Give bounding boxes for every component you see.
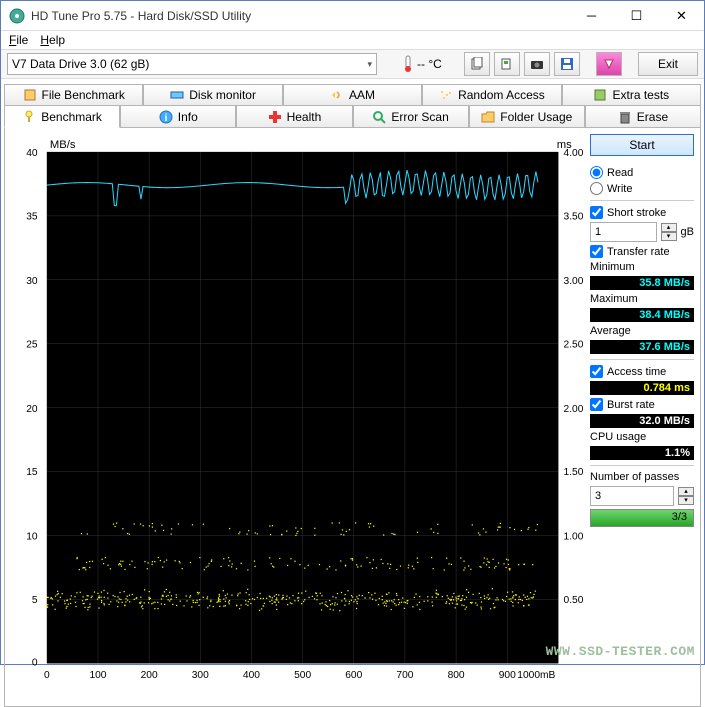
- close-button[interactable]: ✕: [659, 1, 704, 30]
- tab-health[interactable]: Health: [236, 106, 352, 128]
- maximize-button[interactable]: ☐: [614, 1, 659, 30]
- svg-text:900: 900: [499, 670, 516, 681]
- access-time-value: 0.784 ms: [590, 381, 694, 395]
- svg-text:4.00: 4.00: [564, 148, 584, 159]
- screenshot-button[interactable]: [524, 52, 550, 76]
- svg-text:25: 25: [26, 339, 38, 350]
- svg-text:300: 300: [192, 670, 209, 681]
- svg-text:15: 15: [26, 467, 38, 478]
- save-button[interactable]: [554, 52, 580, 76]
- svg-text:400: 400: [243, 670, 260, 681]
- average-value: 37.6 MB/s: [590, 340, 694, 354]
- svg-text:1.50: 1.50: [564, 467, 584, 478]
- tabs-row-1: File Benchmark Disk monitor AAM Random A…: [4, 82, 701, 106]
- options-button[interactable]: [596, 52, 622, 76]
- progress-text: 3/3: [672, 511, 687, 523]
- menu-file[interactable]: File: [9, 33, 28, 47]
- cpu-usage-value: 1.1%: [590, 446, 694, 460]
- minimum-value: 35.8 MB/s: [590, 276, 694, 290]
- spin-down-icon[interactable]: ▾: [661, 232, 677, 241]
- chart-svg: MB/s ms 4035302520151050 4.003.503.002.5…: [11, 134, 584, 700]
- svg-text:30: 30: [26, 276, 38, 287]
- tab-container: File Benchmark Disk monitor AAM Random A…: [4, 82, 701, 128]
- svg-text:35: 35: [26, 211, 38, 222]
- tab-error-scan[interactable]: Error Scan: [353, 106, 469, 128]
- app-icon: [9, 8, 25, 24]
- svg-text:2.00: 2.00: [564, 404, 584, 415]
- svg-text:40: 40: [26, 148, 38, 159]
- spin-up-icon[interactable]: ▴: [678, 487, 694, 496]
- exit-button[interactable]: Exit: [638, 52, 698, 76]
- svg-text:800: 800: [448, 670, 465, 681]
- tab-extra-tests[interactable]: Extra tests: [562, 84, 701, 106]
- benchmark-chart: MB/s ms 4035302520151050 4.003.503.002.5…: [11, 134, 584, 700]
- tab-file-benchmark[interactable]: File Benchmark: [4, 84, 143, 106]
- read-radio[interactable]: Read: [590, 166, 694, 179]
- svg-text:3.50: 3.50: [564, 211, 584, 222]
- menubar: File Help: [1, 31, 704, 49]
- side-panel: Start Read Write Short stroke 1 ▴▾ gB Tr…: [584, 134, 694, 700]
- thermometer-icon: [401, 55, 415, 73]
- copy-text-button[interactable]: [464, 52, 490, 76]
- tab-disk-monitor[interactable]: Disk monitor: [143, 84, 282, 106]
- passes-label: Number of passes: [590, 471, 694, 483]
- cpu-usage-label: CPU usage: [590, 431, 694, 443]
- spin-up-icon[interactable]: ▴: [661, 223, 677, 232]
- svg-text:600: 600: [345, 670, 362, 681]
- svg-text:500: 500: [294, 670, 311, 681]
- svg-text:i: i: [164, 113, 167, 124]
- app-window: HD Tune Pro 5.75 - Hard Disk/SSD Utility…: [0, 0, 705, 665]
- short-stroke-checkbox[interactable]: Short stroke: [590, 206, 694, 219]
- svg-text:20: 20: [26, 404, 38, 415]
- tab-content: MB/s ms 4035302520151050 4.003.503.002.5…: [4, 128, 701, 707]
- temperature-display: -- °C: [395, 55, 448, 73]
- titlebar: HD Tune Pro 5.75 - Hard Disk/SSD Utility…: [1, 1, 704, 31]
- burst-rate-checkbox[interactable]: Burst rate: [590, 398, 694, 411]
- maximum-label: Maximum: [590, 293, 694, 305]
- svg-text:0: 0: [32, 658, 38, 669]
- chevron-down-icon: ▾: [367, 59, 372, 70]
- temperature-value: -- °C: [417, 57, 442, 71]
- tabs-row-2: Benchmark iInfo Health Error Scan Folder…: [4, 106, 701, 128]
- drive-select-value: V7 Data Drive 3.0 (62 gB): [12, 57, 149, 71]
- drive-select[interactable]: V7 Data Drive 3.0 (62 gB) ▾: [7, 53, 377, 75]
- svg-text:0.50: 0.50: [564, 595, 584, 606]
- window-title: HD Tune Pro 5.75 - Hard Disk/SSD Utility: [31, 9, 569, 23]
- svg-text:2.50: 2.50: [564, 339, 584, 350]
- svg-text:3.00: 3.00: [564, 276, 584, 287]
- svg-text:5: 5: [32, 595, 38, 606]
- tab-random-access[interactable]: Random Access: [422, 84, 561, 106]
- copy-screenshot-button[interactable]: [494, 52, 520, 76]
- minimum-label: Minimum: [590, 261, 694, 273]
- tab-benchmark[interactable]: Benchmark: [4, 106, 120, 128]
- svg-text:1000mB: 1000mB: [517, 670, 555, 681]
- tab-folder-usage[interactable]: Folder Usage: [469, 106, 585, 128]
- svg-text:700: 700: [396, 670, 413, 681]
- spin-down-icon[interactable]: ▾: [678, 496, 694, 505]
- y-axis-left-label: MB/s: [50, 139, 76, 151]
- progress-bar: 3/3: [590, 509, 694, 527]
- access-time-checkbox[interactable]: Access time: [590, 365, 694, 378]
- maximum-value: 38.4 MB/s: [590, 308, 694, 322]
- tab-erase[interactable]: Erase: [585, 106, 701, 128]
- svg-text:200: 200: [141, 670, 158, 681]
- svg-text:10: 10: [26, 532, 38, 543]
- burst-rate-value: 32.0 MB/s: [590, 414, 694, 428]
- svg-text:100: 100: [89, 670, 106, 681]
- average-label: Average: [590, 325, 694, 337]
- svg-text:1.00: 1.00: [564, 532, 584, 543]
- short-stroke-input[interactable]: 1 ▴▾ gB: [590, 222, 694, 242]
- start-button[interactable]: Start: [590, 134, 694, 156]
- write-radio[interactable]: Write: [590, 182, 694, 195]
- menu-help[interactable]: Help: [40, 33, 65, 47]
- minimize-button[interactable]: ─: [569, 1, 614, 30]
- tab-aam[interactable]: AAM: [283, 84, 422, 106]
- transfer-rate-checkbox[interactable]: Transfer rate: [590, 245, 694, 258]
- tab-info[interactable]: iInfo: [120, 106, 236, 128]
- toolbar: V7 Data Drive 3.0 (62 gB) ▾ -- °C Exit: [1, 49, 704, 79]
- svg-text:0: 0: [44, 670, 50, 681]
- passes-input[interactable]: 3 ▴▾: [590, 486, 694, 506]
